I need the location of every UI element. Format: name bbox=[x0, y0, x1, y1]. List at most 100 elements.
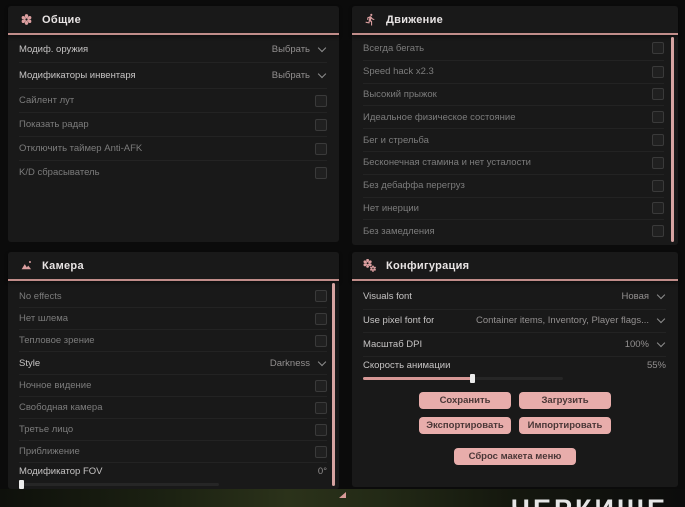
row-label: Без замедления bbox=[363, 225, 435, 237]
chevron-down-icon[interactable] bbox=[656, 338, 666, 347]
general-row: Модификаторы инвентаря Выбрать bbox=[19, 62, 327, 88]
checkbox[interactable] bbox=[315, 379, 327, 392]
select-value[interactable]: Выбрать bbox=[272, 70, 310, 81]
checkbox[interactable] bbox=[652, 202, 664, 215]
general-row[interactable]: Отключить таймер Anti-AFK bbox=[19, 136, 327, 160]
select-value[interactable]: 100% bbox=[625, 339, 649, 350]
checkbox[interactable] bbox=[652, 42, 664, 55]
chevron-down-icon[interactable] bbox=[317, 43, 327, 52]
row-label: Ночное видение bbox=[19, 380, 92, 391]
chevron-down-icon[interactable] bbox=[317, 357, 327, 366]
row-label: Свободная камера bbox=[19, 402, 103, 413]
panel-general-rows: Модиф. оружия Выбрать Модификаторы инвента… bbox=[19, 36, 327, 184]
checkbox[interactable] bbox=[315, 445, 327, 458]
config-button[interactable]: Сохранить bbox=[419, 392, 511, 409]
camera-row[interactable]: Нет шлема bbox=[19, 307, 327, 329]
movement-row[interactable]: Идеальное физическое состояние bbox=[363, 105, 664, 128]
movement-row[interactable]: Бег и стрельба bbox=[363, 128, 664, 151]
movement-row[interactable]: Speed hack x2.3 bbox=[363, 59, 664, 83]
config-row: Visuals font Новая bbox=[363, 285, 666, 309]
checkbox[interactable] bbox=[315, 401, 327, 414]
camera-row[interactable]: Тепловое зрение bbox=[19, 329, 327, 351]
watermark-text: ЧЕРКИШЕ bbox=[511, 494, 668, 507]
camera-row[interactable]: No effects bbox=[19, 285, 327, 307]
checkbox[interactable] bbox=[315, 142, 327, 155]
checkbox[interactable] bbox=[652, 88, 664, 101]
config-row: Скорость анимации 55% bbox=[363, 355, 666, 386]
row-label: Всегда бегать bbox=[363, 42, 425, 54]
scrollbar[interactable] bbox=[332, 283, 335, 486]
scrollbar[interactable] bbox=[671, 37, 674, 242]
checkbox[interactable] bbox=[652, 111, 664, 124]
chevron-down-icon[interactable] bbox=[317, 69, 327, 79]
checkbox[interactable] bbox=[315, 166, 327, 179]
row-label: Нет инерции bbox=[363, 202, 419, 214]
movement-row[interactable]: Без дебаффа перегруз bbox=[363, 173, 664, 197]
select-value[interactable]: Darkness bbox=[270, 358, 310, 369]
reset-menu-layout-button[interactable]: Сброс макета меню bbox=[453, 448, 577, 465]
panel-title: Общие bbox=[42, 13, 82, 26]
checkbox[interactable] bbox=[315, 334, 327, 347]
row-label: Третье лицо bbox=[19, 424, 74, 435]
checkbox[interactable] bbox=[652, 65, 664, 78]
config-row: Use pixel font for Container items, Inven… bbox=[363, 308, 666, 333]
checkbox[interactable] bbox=[652, 156, 664, 169]
checkbox[interactable] bbox=[315, 423, 327, 436]
checkbox[interactable] bbox=[315, 290, 327, 302]
general-row[interactable]: Показать радар bbox=[19, 112, 327, 136]
checkbox[interactable] bbox=[652, 134, 664, 147]
checkbox[interactable] bbox=[315, 118, 327, 131]
select-value[interactable]: Новая bbox=[621, 291, 649, 302]
camera-row[interactable]: Ночное видение bbox=[19, 374, 327, 396]
select-value[interactable]: Container items, Inventory, Player flags… bbox=[476, 315, 649, 326]
row-label: Идеальное физическое состояние bbox=[363, 111, 516, 123]
slider-fill bbox=[363, 376, 473, 380]
image-mountain-icon bbox=[19, 259, 33, 273]
gears-icon bbox=[363, 258, 377, 273]
slider-value: 0° bbox=[317, 466, 327, 477]
slider-thumb[interactable] bbox=[19, 480, 24, 489]
general-row[interactable]: Сайлент лут bbox=[19, 88, 327, 112]
slider-value: 55% bbox=[646, 359, 666, 371]
row-label: Высокий прыжок bbox=[363, 88, 437, 100]
config-button-grid: Сохранить Загрузить Экспортировать Импортир… bbox=[419, 392, 611, 434]
resize-handle-icon[interactable] bbox=[339, 492, 346, 498]
slider-thumb[interactable] bbox=[470, 373, 475, 383]
config-button[interactable]: Импортировать bbox=[519, 417, 611, 434]
movement-row[interactable]: Без замедления bbox=[363, 219, 664, 242]
panel-general-header: Общие bbox=[8, 6, 339, 35]
checkbox[interactable] bbox=[652, 179, 664, 192]
camera-row[interactable]: Приближение bbox=[19, 440, 327, 462]
checkbox[interactable] bbox=[315, 94, 327, 107]
config-button[interactable]: Экспортировать bbox=[419, 417, 511, 434]
camera-row[interactable]: Свободная камера bbox=[19, 396, 327, 418]
select-value[interactable]: Выбрать bbox=[272, 44, 310, 55]
gear-flower-icon bbox=[19, 13, 33, 27]
row-label: Масштаб DPI bbox=[363, 338, 423, 350]
row-label: Бесконечная стамина и нет усталости bbox=[363, 157, 531, 169]
config-buttons: Сохранить Загрузить Экспортировать Импортир… bbox=[352, 392, 678, 465]
movement-row[interactable]: Всегда бегать bbox=[363, 37, 664, 60]
camera-row[interactable]: Третье лицо bbox=[19, 418, 327, 440]
row-label: Модификатор FOV bbox=[19, 466, 103, 477]
general-row[interactable]: K/D сбрасыватель bbox=[19, 160, 327, 184]
chevron-down-icon[interactable] bbox=[656, 315, 666, 324]
panel-camera: Камера No effects Нет шлема Тепловое зрени… bbox=[8, 252, 339, 489]
panel-title: Движение bbox=[386, 13, 444, 26]
panel-movement: Движение Всегда бегать Speed hack x2.3 Выс… bbox=[352, 6, 678, 245]
panel-title: Конфигурация bbox=[386, 259, 470, 272]
panel-config-header: Конфигурация bbox=[352, 252, 678, 281]
row-label: Модификаторы инвентаря bbox=[19, 70, 136, 81]
config-button[interactable]: Загрузить bbox=[519, 392, 611, 409]
checkbox[interactable] bbox=[652, 225, 664, 238]
slider[interactable] bbox=[19, 480, 219, 489]
runner-icon bbox=[363, 13, 377, 27]
slider[interactable] bbox=[363, 373, 563, 383]
row-label: K/D сбрасыватель bbox=[19, 167, 100, 178]
config-row: Масштаб DPI 100% bbox=[363, 332, 666, 356]
chevron-down-icon[interactable] bbox=[656, 291, 666, 300]
movement-row[interactable]: Бесконечная стамина и нет усталости bbox=[363, 150, 664, 174]
movement-row[interactable]: Нет инерции bbox=[363, 196, 664, 220]
movement-row[interactable]: Высокий прыжок bbox=[363, 82, 664, 106]
checkbox[interactable] bbox=[315, 312, 327, 325]
